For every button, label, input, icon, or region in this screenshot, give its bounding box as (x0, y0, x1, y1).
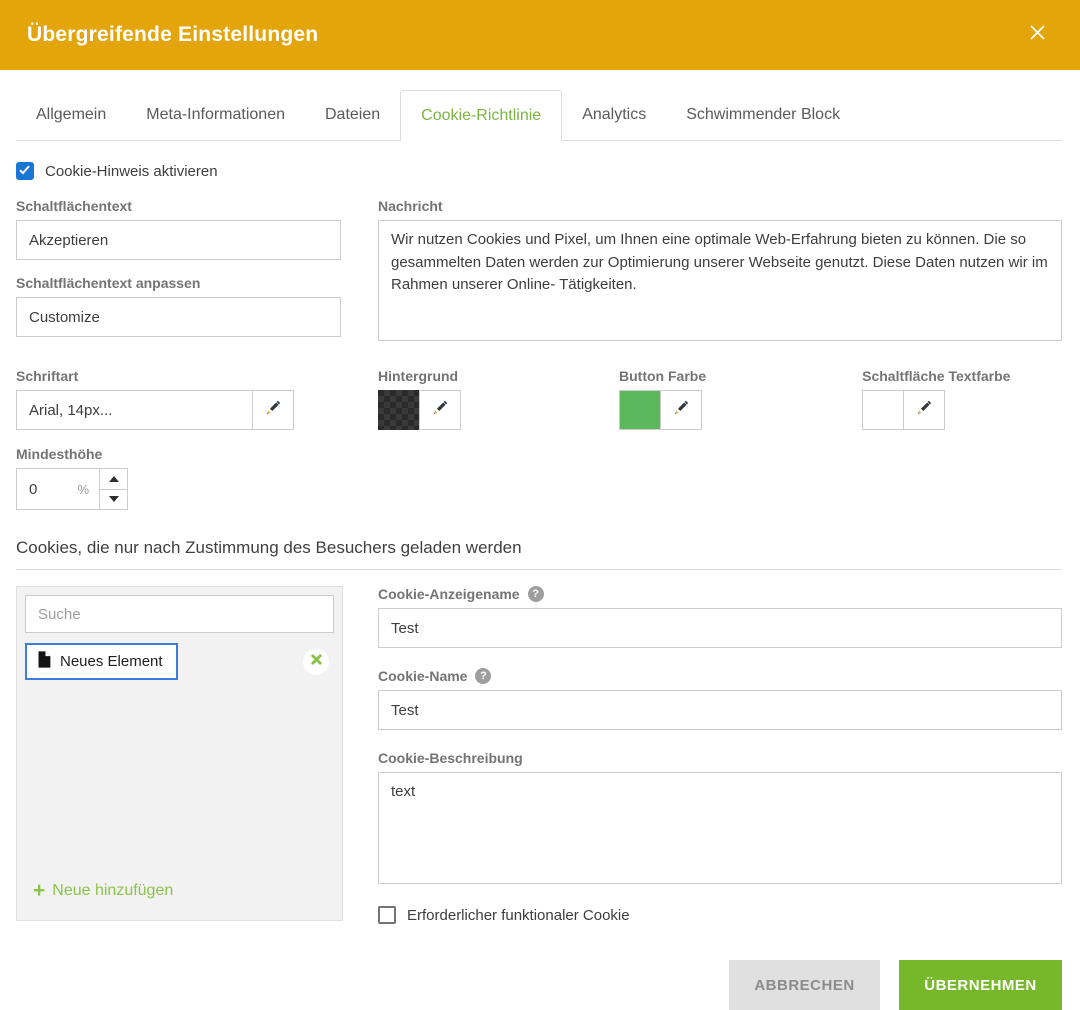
font-group: Schriftart Arial, 14px... (16, 368, 295, 430)
display-name-label: Cookie-Anzeigename (378, 586, 520, 602)
pencil-icon (673, 399, 690, 421)
settings-dialog: Übergreifende Einstellungen Allgemein Me… (0, 0, 1080, 1009)
tab-dateien[interactable]: Dateien (305, 90, 400, 140)
display-name-input[interactable] (378, 608, 1062, 648)
background-color-swatch[interactable] (378, 390, 420, 430)
pencil-icon (432, 399, 449, 421)
tab-schwimmender-block[interactable]: Schwimmender Block (666, 90, 860, 140)
font-value-field[interactable]: Arial, 14px... (16, 390, 253, 430)
plus-icon: + (33, 883, 45, 899)
min-height-unit: % (77, 482, 89, 497)
stepper-up-button[interactable] (99, 468, 128, 490)
close-icon (1029, 24, 1046, 46)
apply-button[interactable]: ÜBERNEHMEN (899, 960, 1062, 1010)
add-new-cookie-link[interactable]: + Neue hinzufügen (25, 882, 334, 912)
cookie-name-input[interactable] (378, 690, 1062, 730)
button-text-color-edit-button[interactable] (903, 390, 945, 430)
message-label: Nachricht (378, 198, 1062, 214)
font-label: Schriftart (16, 368, 295, 384)
section-divider (16, 569, 1062, 570)
description-textarea[interactable]: text (378, 772, 1062, 884)
cookie-list-item-label: Neues Element (60, 653, 163, 670)
min-height-group: Mindesthöhe 0 % (16, 446, 1062, 510)
customize-text-input[interactable] (16, 297, 341, 337)
dialog-header: Übergreifende Einstellungen (0, 0, 1080, 70)
cookie-detail-form: Cookie-Anzeigename ? Cookie-Name ? Cooki… (378, 586, 1062, 924)
stepper-down-button[interactable] (99, 489, 128, 511)
add-new-cookie-label: Neue hinzufügen (52, 882, 173, 900)
cookie-notice-checkbox[interactable] (16, 162, 34, 180)
enable-cookie-notice-row: Cookie-Hinweis aktivieren (16, 162, 1062, 180)
cookie-list-item[interactable]: Neues Element (25, 643, 178, 680)
tab-analytics[interactable]: Analytics (562, 90, 666, 140)
button-text-label: Schaltflächentext (16, 198, 341, 214)
x-icon (309, 652, 324, 672)
cookie-name-label-row: Cookie-Name ? (378, 668, 1062, 684)
display-name-label-row: Cookie-Anzeigename ? (378, 586, 1062, 602)
remove-item-button[interactable] (303, 649, 329, 675)
button-text-color-label: Schaltfläche Textfarbe (862, 368, 1010, 384)
search-input[interactable] (25, 595, 334, 633)
left-column: Schaltflächentext Schaltflächentext anpa… (16, 198, 341, 346)
background-label: Hintergrund (378, 368, 461, 384)
pencil-icon (265, 399, 282, 421)
font-edit-button[interactable] (252, 390, 294, 430)
button-color-swatch[interactable] (619, 390, 661, 430)
customize-text-label: Schaltflächentext anpassen (16, 275, 341, 291)
file-icon (36, 650, 51, 673)
message-column: Nachricht Wir nutzen Cookies und Pixel, … (378, 198, 1062, 346)
cookie-list-item-row: Neues Element (25, 643, 334, 680)
min-height-input[interactable]: 0 % (16, 468, 100, 510)
dialog-footer: ABBRECHEN ÜBERNEHMEN (16, 960, 1062, 1010)
required-cookie-label: Erforderlicher funktionaler Cookie (407, 907, 630, 924)
button-color-label: Button Farbe (619, 368, 706, 384)
cookies-section-heading: Cookies, die nur nach Zustimmung des Bes… (16, 538, 1062, 558)
required-cookie-row: Erforderlicher funktionaler Cookie (378, 906, 1062, 924)
min-height-value: 0 (29, 481, 37, 498)
min-height-stepper (99, 468, 128, 510)
message-textarea[interactable]: Wir nutzen Cookies und Pixel, um Ihnen e… (378, 220, 1062, 341)
button-text-color-group: Schaltfläche Textfarbe (862, 368, 1010, 430)
required-cookie-checkbox[interactable] (378, 906, 396, 924)
cookie-list-panel: Neues Element + Neue hinzufügen (16, 586, 343, 921)
tab-meta-informationen[interactable]: Meta-Informationen (126, 90, 305, 140)
button-text-color-swatch[interactable] (862, 390, 904, 430)
button-color-edit-button[interactable] (660, 390, 702, 430)
help-icon[interactable]: ? (528, 586, 544, 602)
tab-allgemein[interactable]: Allgemein (16, 90, 126, 140)
button-color-group: Button Farbe (619, 368, 706, 430)
cookie-notice-checkbox-label: Cookie-Hinweis aktivieren (45, 163, 218, 180)
triangle-up-icon (109, 476, 119, 482)
tab-bar: Allgemein Meta-Informationen Dateien Coo… (16, 90, 1062, 141)
dialog-title: Übergreifende Einstellungen (27, 23, 318, 47)
button-text-input[interactable] (16, 220, 341, 260)
pencil-icon (916, 399, 933, 421)
background-edit-button[interactable] (419, 390, 461, 430)
tab-cookie-richtlinie[interactable]: Cookie-Richtlinie (400, 90, 562, 141)
triangle-down-icon (109, 496, 119, 502)
background-group: Hintergrund (378, 368, 461, 430)
check-icon (19, 164, 29, 175)
min-height-label: Mindesthöhe (16, 446, 1062, 462)
cookie-name-label: Cookie-Name (378, 668, 467, 684)
cancel-button[interactable]: ABBRECHEN (729, 960, 880, 1010)
help-icon[interactable]: ? (475, 668, 491, 684)
close-button[interactable] (1024, 22, 1050, 48)
description-label: Cookie-Beschreibung (378, 750, 1062, 766)
